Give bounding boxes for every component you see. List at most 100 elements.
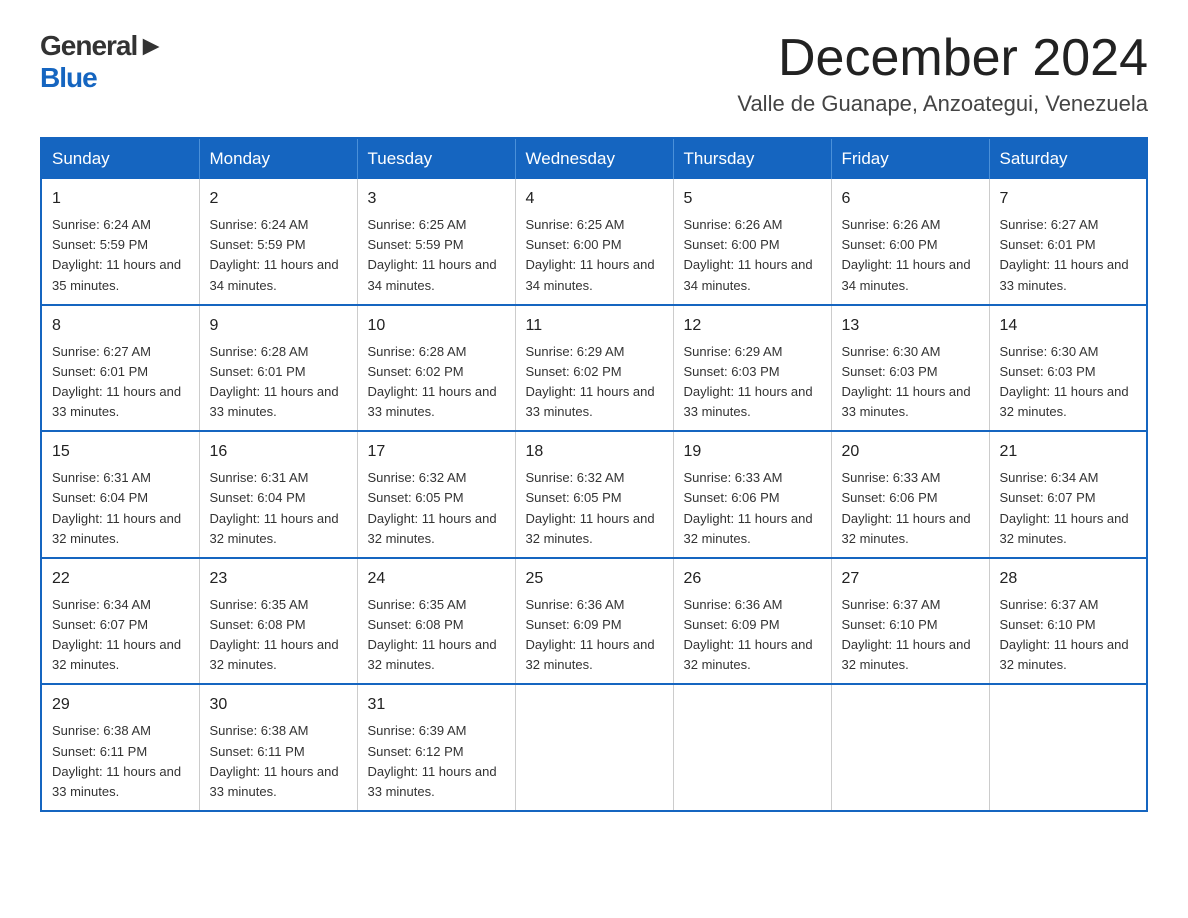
day-info: Sunrise: 6:32 AMSunset: 6:05 PMDaylight:… bbox=[368, 470, 497, 545]
day-info: Sunrise: 6:27 AMSunset: 6:01 PMDaylight:… bbox=[52, 344, 181, 419]
calendar-cell: 22 Sunrise: 6:34 AMSunset: 6:07 PMDaylig… bbox=[41, 558, 199, 685]
day-number: 22 bbox=[52, 567, 189, 591]
calendar-header-row: Sunday Monday Tuesday Wednesday Thursday… bbox=[41, 138, 1147, 179]
col-thursday: Thursday bbox=[673, 138, 831, 179]
calendar-cell: 27 Sunrise: 6:37 AMSunset: 6:10 PMDaylig… bbox=[831, 558, 989, 685]
calendar-cell: 26 Sunrise: 6:36 AMSunset: 6:09 PMDaylig… bbox=[673, 558, 831, 685]
day-number: 28 bbox=[1000, 567, 1137, 591]
day-number: 13 bbox=[842, 314, 979, 338]
day-info: Sunrise: 6:37 AMSunset: 6:10 PMDaylight:… bbox=[1000, 597, 1129, 672]
calendar-cell bbox=[989, 684, 1147, 811]
day-info: Sunrise: 6:29 AMSunset: 6:03 PMDaylight:… bbox=[684, 344, 813, 419]
calendar-cell: 29 Sunrise: 6:38 AMSunset: 6:11 PMDaylig… bbox=[41, 684, 199, 811]
day-number: 30 bbox=[210, 693, 347, 717]
calendar-cell: 7 Sunrise: 6:27 AMSunset: 6:01 PMDayligh… bbox=[989, 179, 1147, 305]
day-number: 10 bbox=[368, 314, 505, 338]
calendar-cell: 10 Sunrise: 6:28 AMSunset: 6:02 PMDaylig… bbox=[357, 305, 515, 432]
logo-blue: Blue bbox=[40, 62, 164, 94]
calendar-week-row: 15 Sunrise: 6:31 AMSunset: 6:04 PMDaylig… bbox=[41, 431, 1147, 558]
calendar-header: Sunday Monday Tuesday Wednesday Thursday… bbox=[41, 138, 1147, 179]
day-info: Sunrise: 6:28 AMSunset: 6:02 PMDaylight:… bbox=[368, 344, 497, 419]
day-info: Sunrise: 6:38 AMSunset: 6:11 PMDaylight:… bbox=[52, 723, 181, 798]
calendar-cell: 24 Sunrise: 6:35 AMSunset: 6:08 PMDaylig… bbox=[357, 558, 515, 685]
day-number: 29 bbox=[52, 693, 189, 717]
calendar-cell: 6 Sunrise: 6:26 AMSunset: 6:00 PMDayligh… bbox=[831, 179, 989, 305]
calendar-cell: 16 Sunrise: 6:31 AMSunset: 6:04 PMDaylig… bbox=[199, 431, 357, 558]
calendar-week-row: 29 Sunrise: 6:38 AMSunset: 6:11 PMDaylig… bbox=[41, 684, 1147, 811]
day-info: Sunrise: 6:26 AMSunset: 6:00 PMDaylight:… bbox=[684, 217, 813, 292]
calendar-cell: 14 Sunrise: 6:30 AMSunset: 6:03 PMDaylig… bbox=[989, 305, 1147, 432]
day-number: 3 bbox=[368, 187, 505, 211]
day-number: 19 bbox=[684, 440, 821, 464]
calendar-cell: 18 Sunrise: 6:32 AMSunset: 6:05 PMDaylig… bbox=[515, 431, 673, 558]
day-number: 26 bbox=[684, 567, 821, 591]
calendar-cell: 15 Sunrise: 6:31 AMSunset: 6:04 PMDaylig… bbox=[41, 431, 199, 558]
day-info: Sunrise: 6:34 AMSunset: 6:07 PMDaylight:… bbox=[1000, 470, 1129, 545]
day-number: 20 bbox=[842, 440, 979, 464]
day-number: 17 bbox=[368, 440, 505, 464]
col-friday: Friday bbox=[831, 138, 989, 179]
day-info: Sunrise: 6:30 AMSunset: 6:03 PMDaylight:… bbox=[842, 344, 971, 419]
calendar-cell: 30 Sunrise: 6:38 AMSunset: 6:11 PMDaylig… bbox=[199, 684, 357, 811]
day-info: Sunrise: 6:31 AMSunset: 6:04 PMDaylight:… bbox=[210, 470, 339, 545]
day-info: Sunrise: 6:33 AMSunset: 6:06 PMDaylight:… bbox=[684, 470, 813, 545]
calendar-cell: 21 Sunrise: 6:34 AMSunset: 6:07 PMDaylig… bbox=[989, 431, 1147, 558]
calendar-cell bbox=[831, 684, 989, 811]
day-info: Sunrise: 6:36 AMSunset: 6:09 PMDaylight:… bbox=[684, 597, 813, 672]
day-number: 23 bbox=[210, 567, 347, 591]
calendar-cell: 5 Sunrise: 6:26 AMSunset: 6:00 PMDayligh… bbox=[673, 179, 831, 305]
calendar-cell: 2 Sunrise: 6:24 AMSunset: 5:59 PMDayligh… bbox=[199, 179, 357, 305]
calendar-cell: 31 Sunrise: 6:39 AMSunset: 6:12 PMDaylig… bbox=[357, 684, 515, 811]
day-number: 21 bbox=[1000, 440, 1137, 464]
col-monday: Monday bbox=[199, 138, 357, 179]
day-number: 6 bbox=[842, 187, 979, 211]
day-number: 5 bbox=[684, 187, 821, 211]
calendar-cell: 4 Sunrise: 6:25 AMSunset: 6:00 PMDayligh… bbox=[515, 179, 673, 305]
day-number: 1 bbox=[52, 187, 189, 211]
day-number: 14 bbox=[1000, 314, 1137, 338]
calendar-cell bbox=[673, 684, 831, 811]
calendar-cell: 3 Sunrise: 6:25 AMSunset: 5:59 PMDayligh… bbox=[357, 179, 515, 305]
calendar-cell: 25 Sunrise: 6:36 AMSunset: 6:09 PMDaylig… bbox=[515, 558, 673, 685]
calendar-cell: 9 Sunrise: 6:28 AMSunset: 6:01 PMDayligh… bbox=[199, 305, 357, 432]
day-info: Sunrise: 6:33 AMSunset: 6:06 PMDaylight:… bbox=[842, 470, 971, 545]
calendar-cell: 28 Sunrise: 6:37 AMSunset: 6:10 PMDaylig… bbox=[989, 558, 1147, 685]
logo: General► Blue bbox=[40, 30, 164, 94]
day-info: Sunrise: 6:34 AMSunset: 6:07 PMDaylight:… bbox=[52, 597, 181, 672]
calendar-subtitle: Valle de Guanape, Anzoategui, Venezuela bbox=[737, 91, 1148, 117]
day-number: 2 bbox=[210, 187, 347, 211]
day-number: 11 bbox=[526, 314, 663, 338]
calendar-cell: 19 Sunrise: 6:33 AMSunset: 6:06 PMDaylig… bbox=[673, 431, 831, 558]
day-info: Sunrise: 6:29 AMSunset: 6:02 PMDaylight:… bbox=[526, 344, 655, 419]
col-tuesday: Tuesday bbox=[357, 138, 515, 179]
day-number: 9 bbox=[210, 314, 347, 338]
day-info: Sunrise: 6:28 AMSunset: 6:01 PMDaylight:… bbox=[210, 344, 339, 419]
calendar-week-row: 8 Sunrise: 6:27 AMSunset: 6:01 PMDayligh… bbox=[41, 305, 1147, 432]
day-number: 4 bbox=[526, 187, 663, 211]
day-info: Sunrise: 6:30 AMSunset: 6:03 PMDaylight:… bbox=[1000, 344, 1129, 419]
calendar-cell: 12 Sunrise: 6:29 AMSunset: 6:03 PMDaylig… bbox=[673, 305, 831, 432]
calendar-cell: 23 Sunrise: 6:35 AMSunset: 6:08 PMDaylig… bbox=[199, 558, 357, 685]
calendar-table: Sunday Monday Tuesday Wednesday Thursday… bbox=[40, 137, 1148, 812]
day-info: Sunrise: 6:36 AMSunset: 6:09 PMDaylight:… bbox=[526, 597, 655, 672]
day-number: 15 bbox=[52, 440, 189, 464]
logo-general: General► bbox=[40, 30, 164, 62]
calendar-cell: 11 Sunrise: 6:29 AMSunset: 6:02 PMDaylig… bbox=[515, 305, 673, 432]
day-info: Sunrise: 6:38 AMSunset: 6:11 PMDaylight:… bbox=[210, 723, 339, 798]
day-info: Sunrise: 6:31 AMSunset: 6:04 PMDaylight:… bbox=[52, 470, 181, 545]
col-saturday: Saturday bbox=[989, 138, 1147, 179]
day-number: 27 bbox=[842, 567, 979, 591]
day-info: Sunrise: 6:24 AMSunset: 5:59 PMDaylight:… bbox=[210, 217, 339, 292]
day-number: 8 bbox=[52, 314, 189, 338]
calendar-week-row: 1 Sunrise: 6:24 AMSunset: 5:59 PMDayligh… bbox=[41, 179, 1147, 305]
day-info: Sunrise: 6:26 AMSunset: 6:00 PMDaylight:… bbox=[842, 217, 971, 292]
day-number: 24 bbox=[368, 567, 505, 591]
day-number: 18 bbox=[526, 440, 663, 464]
col-wednesday: Wednesday bbox=[515, 138, 673, 179]
calendar-title: December 2024 bbox=[737, 30, 1148, 87]
calendar-cell bbox=[515, 684, 673, 811]
day-info: Sunrise: 6:32 AMSunset: 6:05 PMDaylight:… bbox=[526, 470, 655, 545]
day-info: Sunrise: 6:25 AMSunset: 6:00 PMDaylight:… bbox=[526, 217, 655, 292]
calendar-cell: 8 Sunrise: 6:27 AMSunset: 6:01 PMDayligh… bbox=[41, 305, 199, 432]
day-info: Sunrise: 6:27 AMSunset: 6:01 PMDaylight:… bbox=[1000, 217, 1129, 292]
